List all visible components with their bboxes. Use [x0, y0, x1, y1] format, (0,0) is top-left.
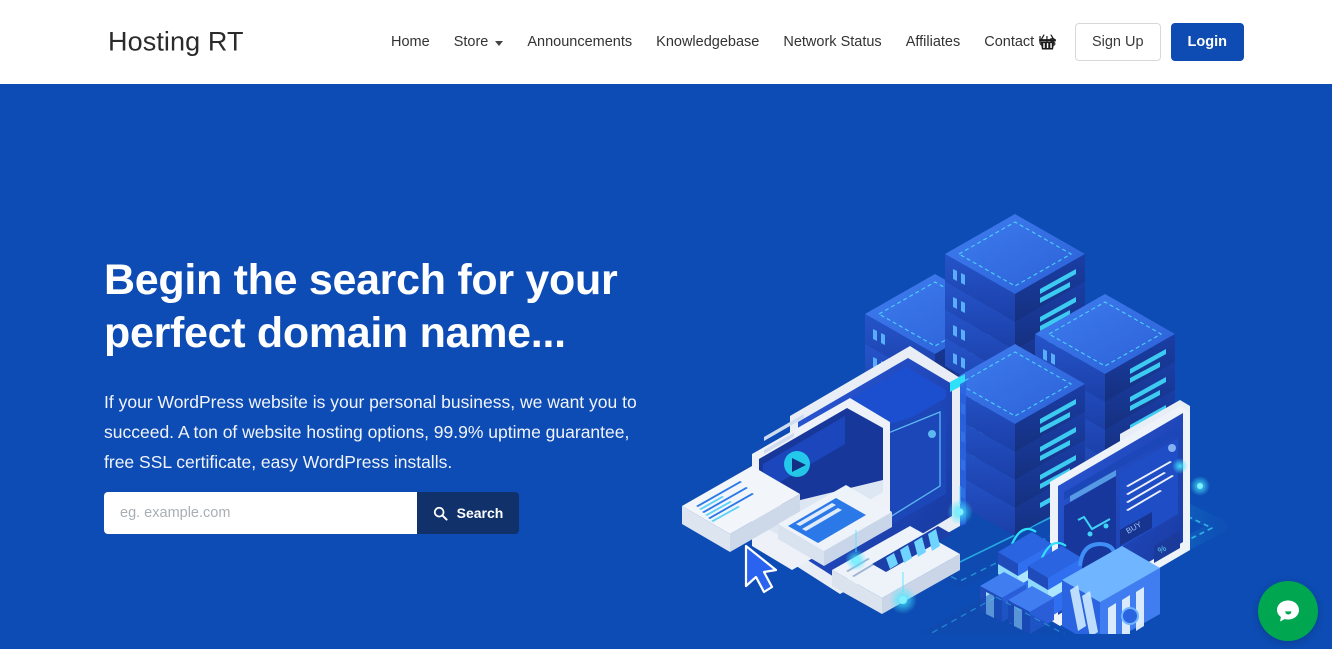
nav-item-home[interactable]: Home [391, 34, 430, 50]
shopping-basket-icon[interactable] [1033, 27, 1063, 57]
chevron-down-icon [495, 40, 504, 46]
nav-item-label: Store [453, 34, 489, 50]
live-chat-button[interactable] [1258, 581, 1318, 641]
hero-section: Begin the search for your perfect domain… [0, 84, 1332, 649]
nav-item-label: Affiliates [905, 34, 961, 50]
hero-illustration: BUY % [660, 134, 1260, 634]
hero-subtitle: If your WordPress website is your person… [104, 392, 637, 472]
main-navigation: Home Store Announcements Knowledgebase N… [391, 34, 1056, 50]
nav-item-label: Announcements [527, 34, 633, 50]
domain-search-button[interactable]: Search [417, 492, 519, 534]
site-logo[interactable]: Hosting RT [108, 27, 244, 58]
search-button-label: Search [456, 505, 504, 521]
site-header: Hosting RT Home Store Announcements Know… [0, 0, 1332, 84]
nav-item-label: Network Status [783, 34, 882, 50]
nav-item-affiliates[interactable]: Affiliates [906, 34, 961, 50]
nav-item-label: Knowledgebase [656, 34, 760, 50]
nav-item-store[interactable]: Store [454, 34, 504, 50]
login-button[interactable]: Login [1170, 23, 1244, 61]
nav-item-announcements[interactable]: Announcements [527, 34, 632, 50]
nav-item-label: Home [391, 34, 430, 50]
page-title: Begin the search for your perfect domain… [104, 256, 618, 357]
nav-item-network-status[interactable]: Network Status [783, 34, 881, 50]
hero-copy: Begin the search for your perfect domain… [104, 254, 684, 477]
sign-up-button[interactable]: Sign Up [1074, 23, 1161, 61]
header-actions: Sign Up Login [1033, 23, 1244, 61]
nav-item-knowledgebase[interactable]: Knowledgebase [656, 34, 759, 50]
page-root: Hosting RT Home Store Announcements Know… [0, 0, 1332, 649]
chat-bubble-icon [1277, 600, 1299, 622]
domain-search-input[interactable] [104, 492, 417, 534]
domain-search-form: Search [104, 492, 519, 534]
magnifier-icon [433, 506, 448, 521]
